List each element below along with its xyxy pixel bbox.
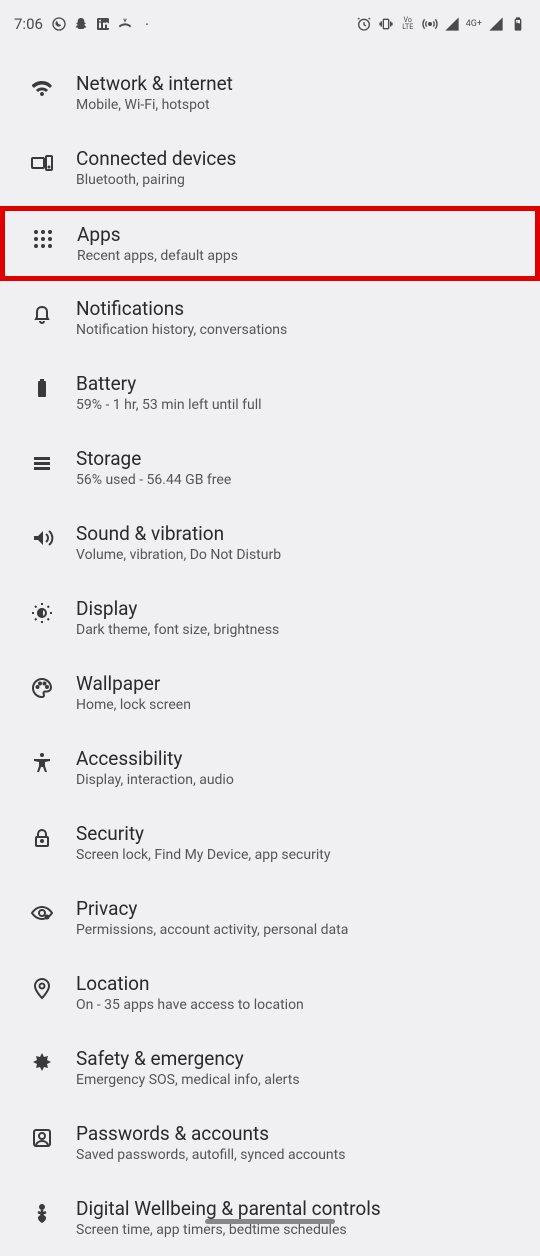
volte-icon: VoLTE xyxy=(400,16,416,32)
setting-title: Digital Wellbeing & parental controls xyxy=(76,1197,522,1220)
setting-title: Accessibility xyxy=(76,747,522,770)
setting-text: Battery 59% - 1 hr, 53 min left until fu… xyxy=(62,372,522,413)
setting-text: Display Dark theme, font size, brightnes… xyxy=(62,597,522,638)
setting-text: Notifications Notification history, conv… xyxy=(62,297,522,338)
setting-title: Wallpaper xyxy=(76,672,522,695)
medical-icon xyxy=(22,1047,62,1075)
setting-title: Network & internet xyxy=(76,72,522,95)
devices-icon xyxy=(22,147,62,175)
battery-icon xyxy=(510,16,526,32)
setting-item-accessibility[interactable]: Accessibility Display, interaction, audi… xyxy=(0,731,540,806)
dot-icon: • xyxy=(139,16,155,32)
bell-icon xyxy=(22,297,62,325)
setting-item-display[interactable]: Display Dark theme, font size, brightnes… xyxy=(0,581,540,656)
setting-item-bell[interactable]: Notifications Notification history, conv… xyxy=(0,281,540,356)
hotspot-icon xyxy=(422,16,438,32)
setting-item-account[interactable]: Passwords & accounts Saved passwords, au… xyxy=(0,1106,540,1181)
vibrate-icon xyxy=(378,16,394,32)
privacy-icon xyxy=(22,897,62,925)
setting-item-location[interactable]: Location On - 35 apps have access to loc… xyxy=(0,956,540,1031)
setting-title: Passwords & accounts xyxy=(76,1122,522,1145)
setting-item-apps[interactable]: Apps Recent apps, default apps xyxy=(0,206,540,281)
setting-item-devices[interactable]: Connected devices Bluetooth, pairing xyxy=(0,131,540,206)
network-type: 4G+ xyxy=(466,19,482,29)
location-icon xyxy=(22,972,62,1000)
status-right: VoLTE 4G+ xyxy=(356,16,526,32)
setting-item-wifi[interactable]: Network & internet Mobile, Wi-Fi, hotspo… xyxy=(0,56,540,131)
nav-indicator[interactable] xyxy=(205,1219,335,1224)
setting-text: Apps Recent apps, default apps xyxy=(63,223,521,264)
setting-item-medical[interactable]: Safety & emergency Emergency SOS, medica… xyxy=(0,1031,540,1106)
storage-icon xyxy=(22,447,62,475)
setting-item-lock[interactable]: Security Screen lock, Find My Device, ap… xyxy=(0,806,540,881)
setting-title: Battery xyxy=(76,372,522,395)
setting-subtitle: Saved passwords, autofill, synced accoun… xyxy=(76,1147,522,1163)
setting-subtitle: 56% used - 56.44 GB free xyxy=(76,472,522,488)
setting-text: Safety & emergency Emergency SOS, medica… xyxy=(62,1047,522,1088)
setting-subtitle: Screen lock, Find My Device, app securit… xyxy=(76,847,522,863)
setting-subtitle: Screen time, app timers, bedtime schedul… xyxy=(76,1222,522,1238)
setting-text: Digital Wellbeing & parental controls Sc… xyxy=(62,1197,522,1238)
setting-text: Connected devices Bluetooth, pairing xyxy=(62,147,522,188)
linkedin-icon xyxy=(95,16,111,32)
display-icon xyxy=(22,597,62,625)
setting-text: Passwords & accounts Saved passwords, au… xyxy=(62,1122,522,1163)
setting-text: Sound & vibration Volume, vibration, Do … xyxy=(62,522,522,563)
setting-text: Wallpaper Home, lock screen xyxy=(62,672,522,713)
setting-text: Accessibility Display, interaction, audi… xyxy=(62,747,522,788)
setting-text: Storage 56% used - 56.44 GB free xyxy=(62,447,522,488)
setting-subtitle: Permissions, account activity, personal … xyxy=(76,922,522,938)
signal-icon-2 xyxy=(488,16,504,32)
setting-subtitle: Recent apps, default apps xyxy=(77,248,521,264)
snapchat-icon xyxy=(73,16,89,32)
setting-subtitle: Mobile, Wi-Fi, hotspot xyxy=(76,97,522,113)
setting-title: Connected devices xyxy=(76,147,522,170)
palette-icon xyxy=(22,672,62,700)
setting-subtitle: Display, interaction, audio xyxy=(76,772,522,788)
setting-title: Apps xyxy=(77,223,521,246)
setting-text: Location On - 35 apps have access to loc… xyxy=(62,972,522,1013)
setting-title: Privacy xyxy=(76,897,522,920)
accessibility-icon xyxy=(22,747,62,775)
setting-item-privacy[interactable]: Privacy Permissions, account activity, p… xyxy=(0,881,540,956)
account-icon xyxy=(22,1122,62,1150)
wifi-icon xyxy=(22,72,62,100)
setting-title: Sound & vibration xyxy=(76,522,522,545)
status-bar: 7:06 • VoLTE 4G+ xyxy=(0,0,540,44)
setting-subtitle: Volume, vibration, Do Not Disturb xyxy=(76,547,522,563)
apps-icon xyxy=(23,223,63,251)
wellbeing-icon xyxy=(22,1197,62,1225)
setting-item-battery[interactable]: Battery 59% - 1 hr, 53 min left until fu… xyxy=(0,356,540,431)
setting-item-sound[interactable]: Sound & vibration Volume, vibration, Do … xyxy=(0,506,540,581)
setting-title: Security xyxy=(76,822,522,845)
setting-title: Storage xyxy=(76,447,522,470)
sound-icon xyxy=(22,522,62,550)
setting-title: Safety & emergency xyxy=(76,1047,522,1070)
setting-item-palette[interactable]: Wallpaper Home, lock screen xyxy=(0,656,540,731)
setting-title: Notifications xyxy=(76,297,522,320)
setting-text: Privacy Permissions, account activity, p… xyxy=(62,897,522,938)
missed-call-icon xyxy=(117,16,133,32)
setting-subtitle: Home, lock screen xyxy=(76,697,522,713)
setting-subtitle: Emergency SOS, medical info, alerts xyxy=(76,1072,522,1088)
status-left: 7:06 • xyxy=(14,15,155,33)
setting-text: Network & internet Mobile, Wi-Fi, hotspo… xyxy=(62,72,522,113)
setting-title: Display xyxy=(76,597,522,620)
setting-subtitle: Notification history, conversations xyxy=(76,322,522,338)
signal-icon-1 xyxy=(444,16,460,32)
alarm-icon xyxy=(356,16,372,32)
setting-subtitle: 59% - 1 hr, 53 min left until full xyxy=(76,397,522,413)
setting-item-storage[interactable]: Storage 56% used - 56.44 GB free xyxy=(0,431,540,506)
setting-subtitle: Dark theme, font size, brightness xyxy=(76,622,522,638)
settings-list[interactable]: Network & internet Mobile, Wi-Fi, hotspo… xyxy=(0,44,540,1256)
status-time: 7:06 xyxy=(14,15,43,33)
lock-icon xyxy=(22,822,62,850)
setting-subtitle: Bluetooth, pairing xyxy=(76,172,522,188)
setting-title: Location xyxy=(76,972,522,995)
setting-subtitle: On - 35 apps have access to location xyxy=(76,997,522,1013)
whatsapp-icon xyxy=(51,16,67,32)
battery-icon xyxy=(22,372,62,400)
setting-text: Security Screen lock, Find My Device, ap… xyxy=(62,822,522,863)
